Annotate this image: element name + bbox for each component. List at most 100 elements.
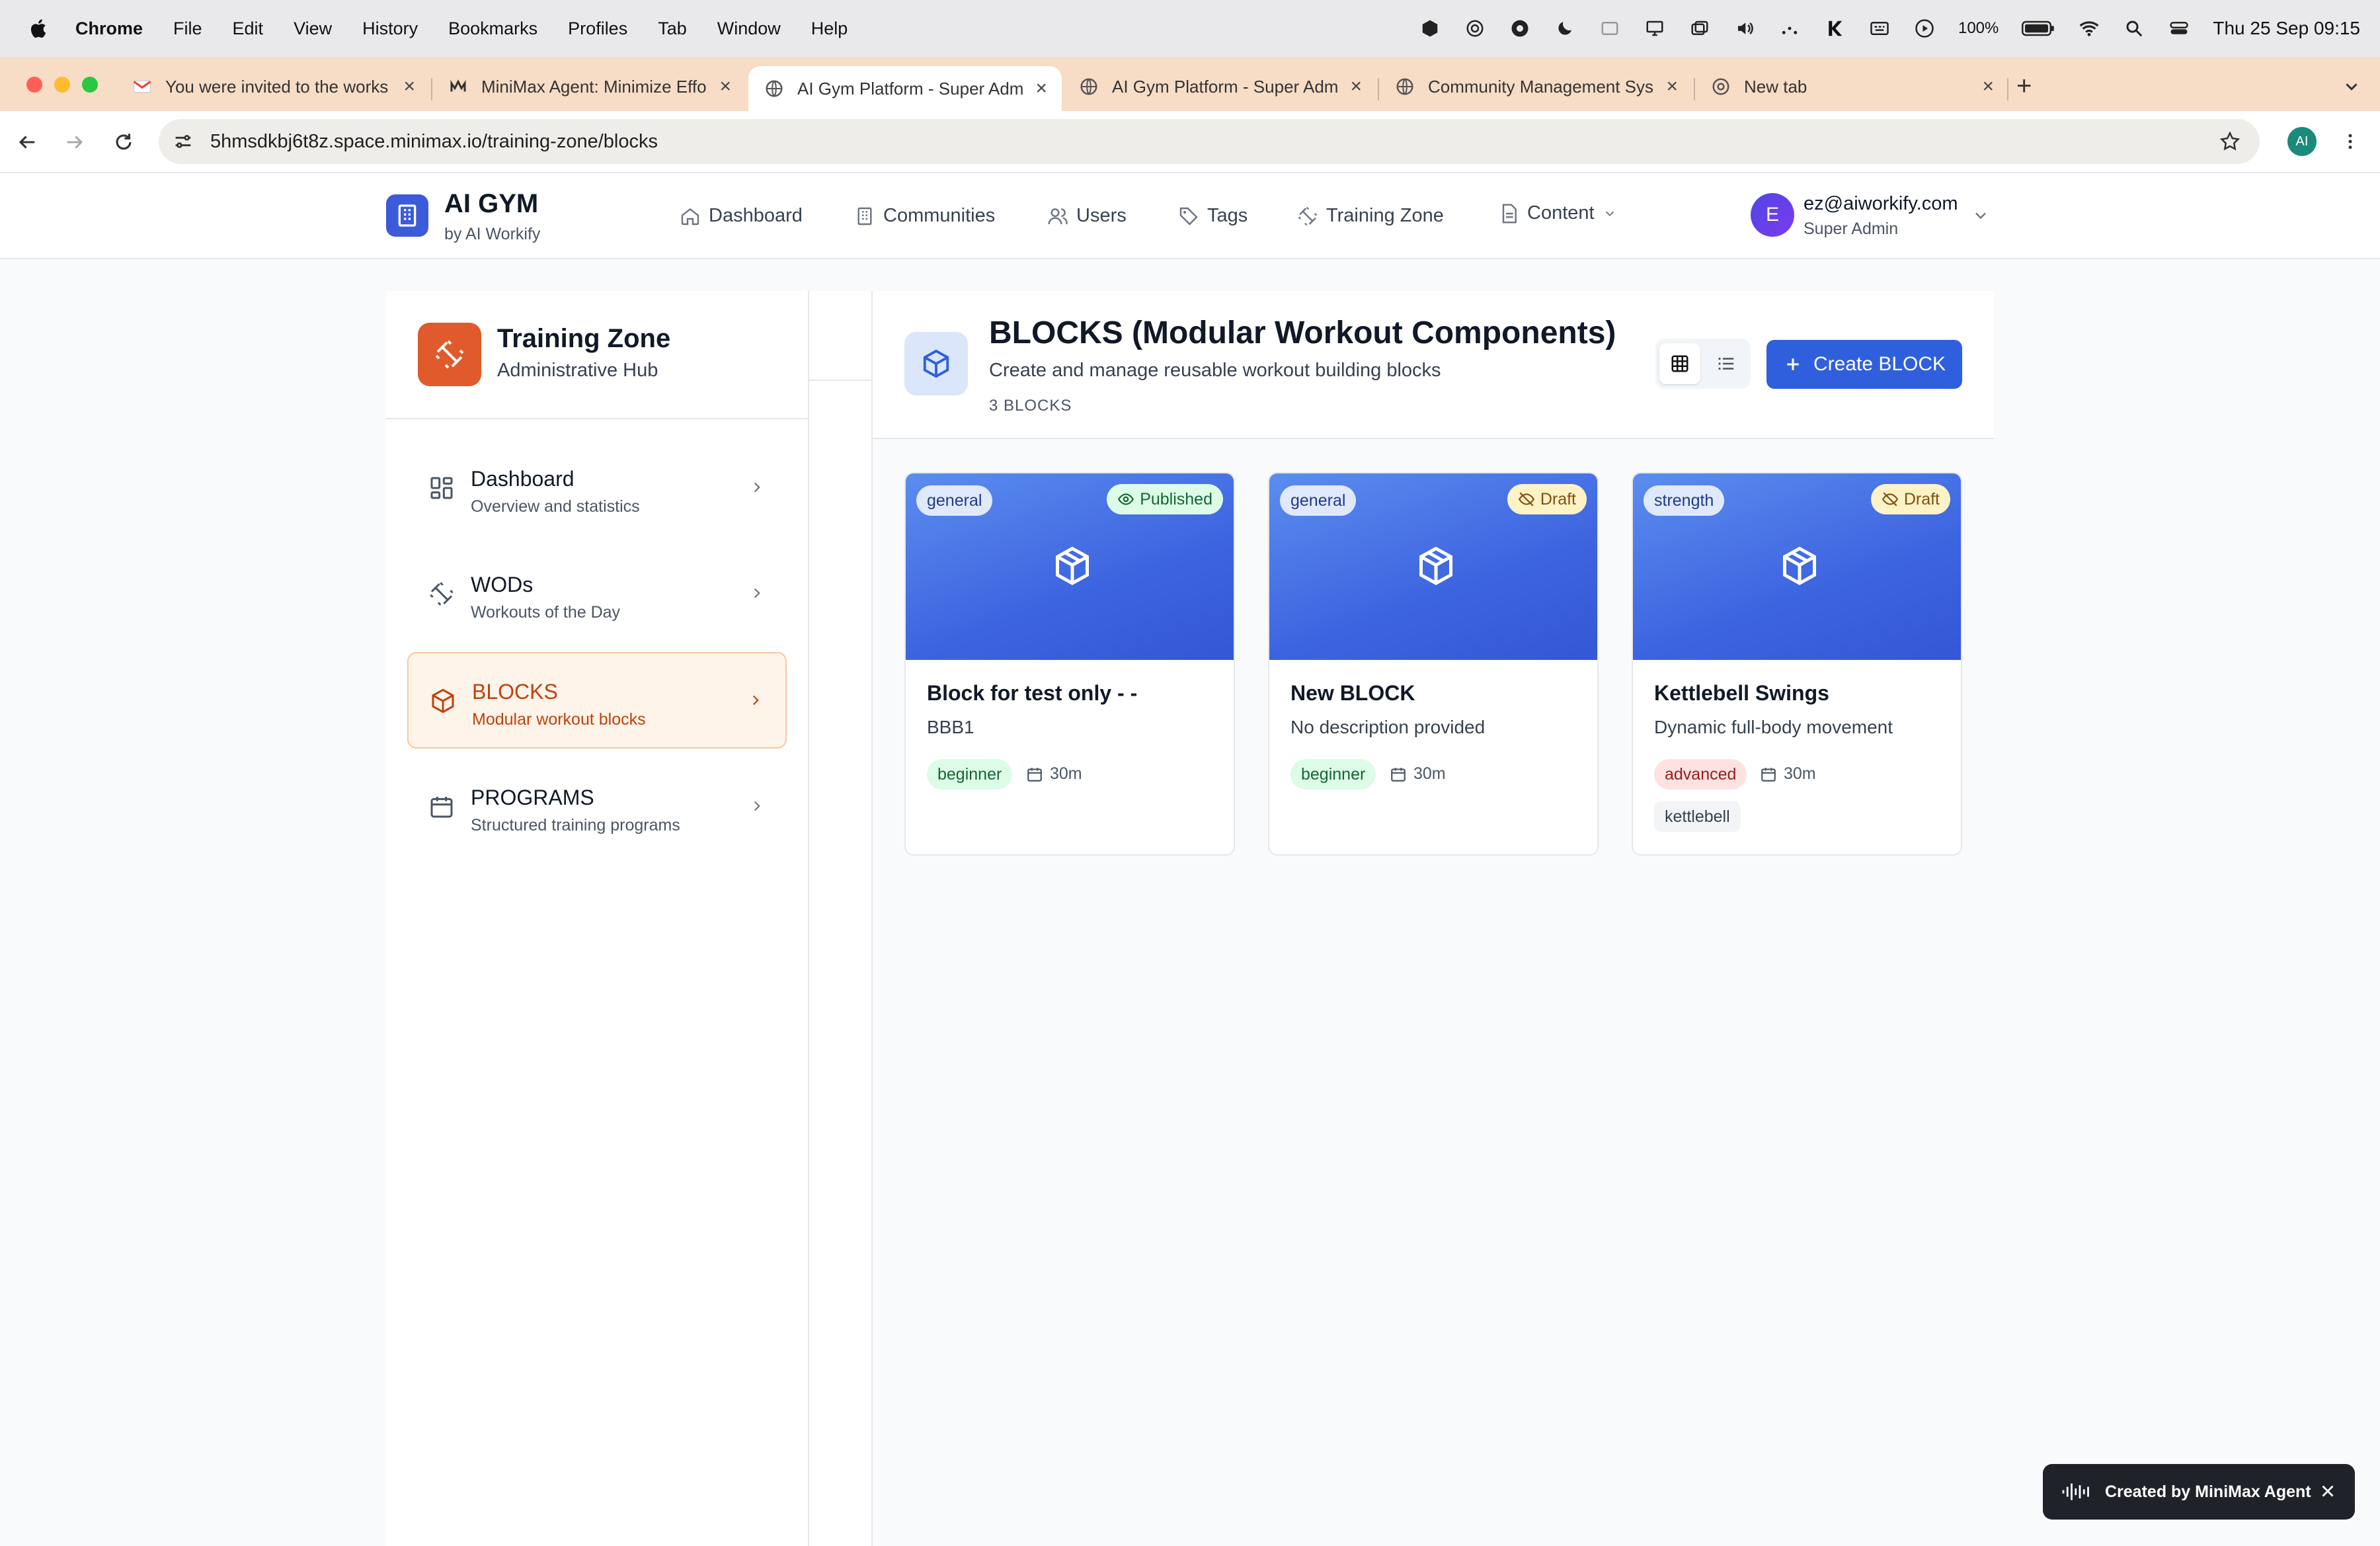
menu-help[interactable]: Help	[811, 19, 848, 39]
block-card[interactable]: general Draft New BLOCK No description p…	[1268, 472, 1599, 856]
block-card[interactable]: strength Draft Kettlebell Swings Dynamic…	[1632, 472, 1962, 856]
create-block-button[interactable]: Create BLOCK	[1766, 340, 1962, 389]
minimize-window-button[interactable]	[54, 77, 70, 93]
create-block-label: Create BLOCK	[1813, 353, 1946, 375]
menu-profiles[interactable]: Profiles	[568, 19, 627, 39]
display-icon[interactable]	[1644, 17, 1666, 40]
plus-icon	[1787, 358, 1799, 370]
status-badge: Draft	[1507, 484, 1587, 514]
back-icon[interactable]	[16, 131, 38, 153]
menu-history[interactable]: History	[362, 19, 418, 39]
battery-icon[interactable]	[2021, 17, 2055, 40]
moon-icon[interactable]	[1554, 17, 1576, 40]
tab-divider	[2007, 78, 2008, 101]
keyboard-icon[interactable]	[1868, 17, 1891, 40]
dots-icon[interactable]	[1778, 17, 1801, 40]
play-icon[interactable]	[1913, 17, 1936, 40]
nav-dashboard[interactable]: Dashboard	[680, 205, 803, 227]
duration: 30m	[1390, 764, 1446, 784]
grid-view-button[interactable]	[1659, 343, 1700, 384]
sidebar-item-label: PROGRAMS	[471, 786, 594, 809]
user-avatar[interactable]: E	[1751, 193, 1794, 237]
windows-icon[interactable]	[1688, 17, 1711, 40]
forward-icon[interactable]	[63, 131, 86, 153]
nav-label: Training Zone	[1326, 205, 1444, 226]
address-bar[interactable]: 5hmsdkbj6t8z.space.minimax.io/training-z…	[159, 119, 2260, 164]
wifi-icon[interactable]	[2078, 17, 2100, 40]
browser-profile-avatar[interactable]: AI	[2287, 127, 2317, 156]
nav-content-dropdown[interactable]: Content	[1498, 202, 1617, 224]
battery-percent: 100%	[1958, 19, 1999, 37]
browser-tab[interactable]: MiniMax Agent: Minimize Effo ×	[432, 66, 746, 107]
duration: 30m	[1760, 764, 1816, 784]
duration: 30m	[1026, 764, 1082, 784]
control-center-icon[interactable]	[2168, 17, 2190, 40]
browser-tab[interactable]: New tab ×	[1695, 66, 2008, 107]
browser-tab[interactable]: Community Management Sys ×	[1379, 66, 1692, 107]
close-tab-icon[interactable]: ×	[1666, 75, 1678, 98]
nav-label: Content	[1527, 202, 1595, 224]
close-tab-icon[interactable]: ×	[1982, 75, 1994, 98]
chevron-down-icon	[1605, 211, 1614, 216]
close-tab-icon[interactable]: ×	[403, 75, 415, 98]
dumbbell-icon	[435, 340, 464, 369]
k-app-icon[interactable]	[1823, 17, 1846, 40]
building-icon	[857, 207, 872, 225]
cube-status-icon[interactable]	[1419, 17, 1441, 40]
menu-bookmarks[interactable]: Bookmarks	[448, 19, 537, 39]
zoom-window-button[interactable]	[82, 77, 98, 93]
new-tab-button[interactable]: +	[2016, 71, 2032, 101]
level-badge: advanced	[1654, 759, 1747, 790]
menu-tab[interactable]: Tab	[658, 19, 687, 39]
record-icon[interactable]	[1509, 17, 1531, 40]
browser-tab[interactable]: You were invited to the works ×	[116, 66, 430, 107]
nav-users[interactable]: Users	[1047, 205, 1127, 227]
volume-icon[interactable]	[1733, 17, 1756, 40]
menu-window[interactable]: Window	[717, 19, 781, 39]
minimax-toast[interactable]: Created by MiniMax Agent	[2043, 1464, 2355, 1520]
openai-icon[interactable]	[1464, 17, 1486, 40]
browser-menu-icon[interactable]	[2340, 130, 2360, 153]
sidebar-item-label: Dashboard	[471, 467, 575, 491]
sidebar-item-wods[interactable]: WODs Workouts of the Day	[407, 546, 787, 643]
user-email[interactable]: ez@aiworkify.com	[1804, 193, 1958, 215]
tab-search-icon[interactable]	[2342, 77, 2361, 97]
cube-icon	[1056, 546, 1089, 585]
card-title: Kettlebell Swings	[1654, 681, 1829, 705]
close-tab-icon[interactable]: ×	[719, 75, 731, 98]
category-badge: general	[916, 485, 993, 516]
menubar-clock[interactable]: Thu 25 Sep 09:15	[2213, 18, 2360, 39]
list-view-button[interactable]	[1706, 343, 1747, 384]
close-icon[interactable]	[2318, 1481, 2338, 1501]
browser-tab[interactable]: AI Gym Platform - Super Adm ×	[1063, 66, 1376, 107]
status-label: Draft	[1903, 489, 1940, 509]
tag-icon	[1179, 207, 1198, 225]
sidebar-icon[interactable]	[1599, 17, 1621, 40]
card-title: New BLOCK	[1290, 681, 1415, 705]
nav-tags[interactable]: Tags	[1178, 205, 1248, 227]
panel-separator	[809, 291, 873, 1546]
chevron-down-icon[interactable]	[1971, 206, 1990, 225]
sidebar-item-blocks[interactable]: BLOCKS Modular workout blocks	[407, 652, 787, 749]
nav-training-zone[interactable]: Training Zone	[1297, 205, 1444, 227]
spotlight-icon[interactable]	[2123, 17, 2145, 40]
site-settings-icon[interactable]	[172, 130, 194, 153]
apple-icon[interactable]	[26, 18, 49, 39]
ai-gym-logo[interactable]	[386, 194, 428, 237]
close-tab-icon[interactable]: ×	[1350, 75, 1362, 98]
tab-title: You were invited to the works	[165, 76, 389, 97]
block-card[interactable]: general Published Block for test only - …	[904, 472, 1235, 856]
close-window-button[interactable]	[26, 77, 42, 93]
sidebar-item-dashboard[interactable]: Dashboard Overview and statistics	[407, 440, 787, 537]
duration-value: 30m	[1413, 764, 1446, 783]
menu-file[interactable]: File	[173, 19, 202, 39]
bookmark-star-icon[interactable]	[2219, 130, 2241, 153]
sidebar-item-programs[interactable]: PROGRAMS Structured training programs	[407, 759, 787, 856]
menu-view[interactable]: View	[294, 19, 332, 39]
browser-tab-active[interactable]: AI Gym Platform - Super Adm ×	[748, 66, 1062, 111]
reload-icon[interactable]	[112, 131, 135, 153]
menu-edit[interactable]: Edit	[233, 19, 264, 39]
close-tab-icon[interactable]: ×	[1035, 77, 1047, 100]
nav-communities[interactable]: Communities	[854, 205, 995, 227]
menu-app-chrome[interactable]: Chrome	[75, 19, 143, 39]
